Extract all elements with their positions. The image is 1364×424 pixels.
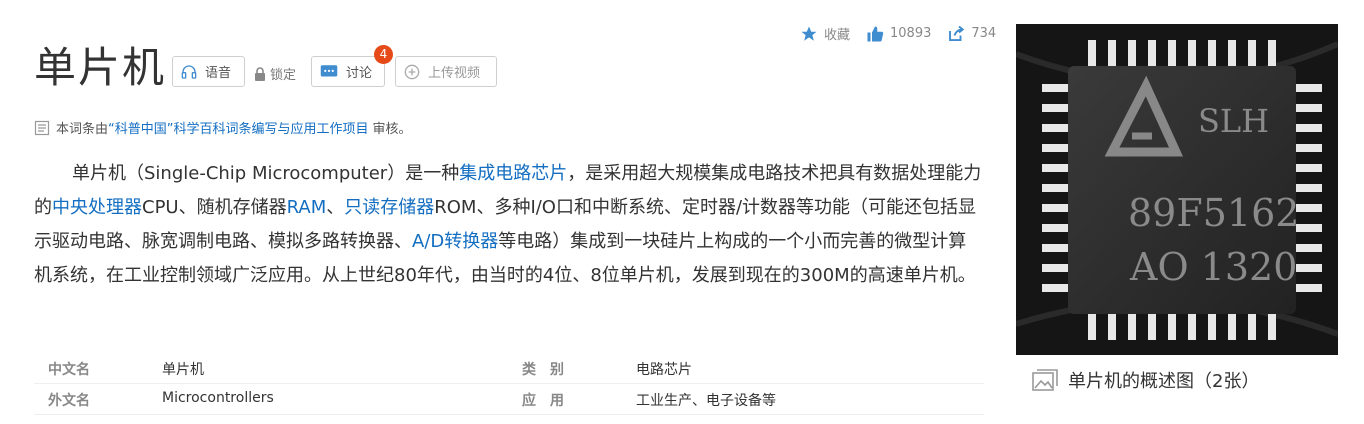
link-adc[interactable]: A/D转换器	[412, 231, 498, 252]
info-value: 工业生产、电子设备等	[636, 393, 776, 409]
voice-button[interactable]: 语音	[172, 56, 245, 87]
info-key: 外文名	[48, 393, 90, 409]
document-icon	[34, 120, 50, 135]
review-prefix: 本词条由	[56, 122, 109, 137]
para-text-3: CPU、随机存储器	[142, 197, 287, 218]
info-key: 中文名	[48, 362, 90, 378]
thumbs-up-icon	[867, 26, 884, 41]
discuss-label: 讨论	[346, 66, 373, 81]
upload-video-button[interactable]: 上传视频	[395, 56, 497, 87]
lock-icon	[255, 66, 265, 81]
chip-photo[interactable]: SLH 89F5162 AO 1320	[1016, 24, 1338, 355]
headphones-icon	[181, 64, 197, 79]
share-icon	[949, 25, 965, 41]
review-suffix: 审核。	[372, 122, 412, 137]
stats-bar: 收藏 10893 734	[800, 24, 1012, 43]
para-text-1: 单片机（Single-Chip Microcomputer）是一种	[72, 163, 460, 184]
link-rom[interactable]: 只读存储器	[344, 197, 434, 218]
para-text-4: 、	[326, 197, 345, 218]
image-caption-text: 单片机的概述图（2张）	[1068, 370, 1260, 392]
discuss-button[interactable]: 讨论	[311, 56, 385, 87]
page-title: 单片机	[34, 43, 167, 92]
link-ic-chip[interactable]: 集成电路芯片	[459, 163, 567, 184]
lock-label: 锁定	[270, 68, 297, 83]
summary-paragraph: 单片机（Single-Chip Microcomputer）是一种集成电路芯片，…	[34, 157, 984, 293]
favorite-label: 收藏	[824, 28, 851, 43]
like-count: 10893	[890, 26, 932, 41]
favorite-button[interactable]: 收藏	[800, 24, 850, 43]
review-notice: 本词条由 “科普中国”科学百科词条编写与应用工作项目 审核。	[34, 118, 412, 137]
chip-text-model: 89F5162	[1128, 191, 1299, 235]
gallery-icon	[1032, 368, 1058, 391]
lock-status: 锁定	[254, 64, 296, 83]
summary-image-card[interactable]: SLH 89F5162 AO 1320 单片机的概述图（2张）	[1016, 24, 1338, 404]
share-count: 734	[971, 26, 997, 41]
table-row: 中文名 单片机 类 别 电路芯片	[34, 352, 984, 384]
chip-text-brand: SLH	[1198, 102, 1269, 140]
link-cpu[interactable]: 中央处理器	[52, 197, 142, 218]
info-key: 应 用	[522, 393, 564, 409]
share-button[interactable]: 734	[947, 25, 996, 43]
info-value: 电路芯片	[636, 362, 692, 378]
star-icon	[801, 26, 817, 41]
link-ram[interactable]: RAM	[287, 197, 327, 218]
info-value: 单片机	[162, 362, 204, 378]
upload-video-label: 上传视频	[428, 66, 481, 81]
chat-icon	[320, 64, 338, 76]
chip-text-batch: AO 1320	[1129, 245, 1297, 289]
image-caption[interactable]: 单片机的概述图（2张）	[1016, 355, 1338, 404]
table-row: 外文名 Microcontrollers 应 用 工业生产、电子设备等	[34, 383, 984, 415]
voice-label: 语音	[205, 66, 232, 81]
info-value: Microcontrollers	[162, 390, 274, 406]
discuss-count-badge: 4	[374, 45, 393, 64]
info-key: 类 别	[522, 362, 564, 378]
plus-circle-icon	[404, 64, 420, 79]
review-org-link[interactable]: “科普中国”科学百科词条编写与应用工作项目	[108, 118, 368, 137]
like-button[interactable]: 10893	[866, 25, 931, 43]
